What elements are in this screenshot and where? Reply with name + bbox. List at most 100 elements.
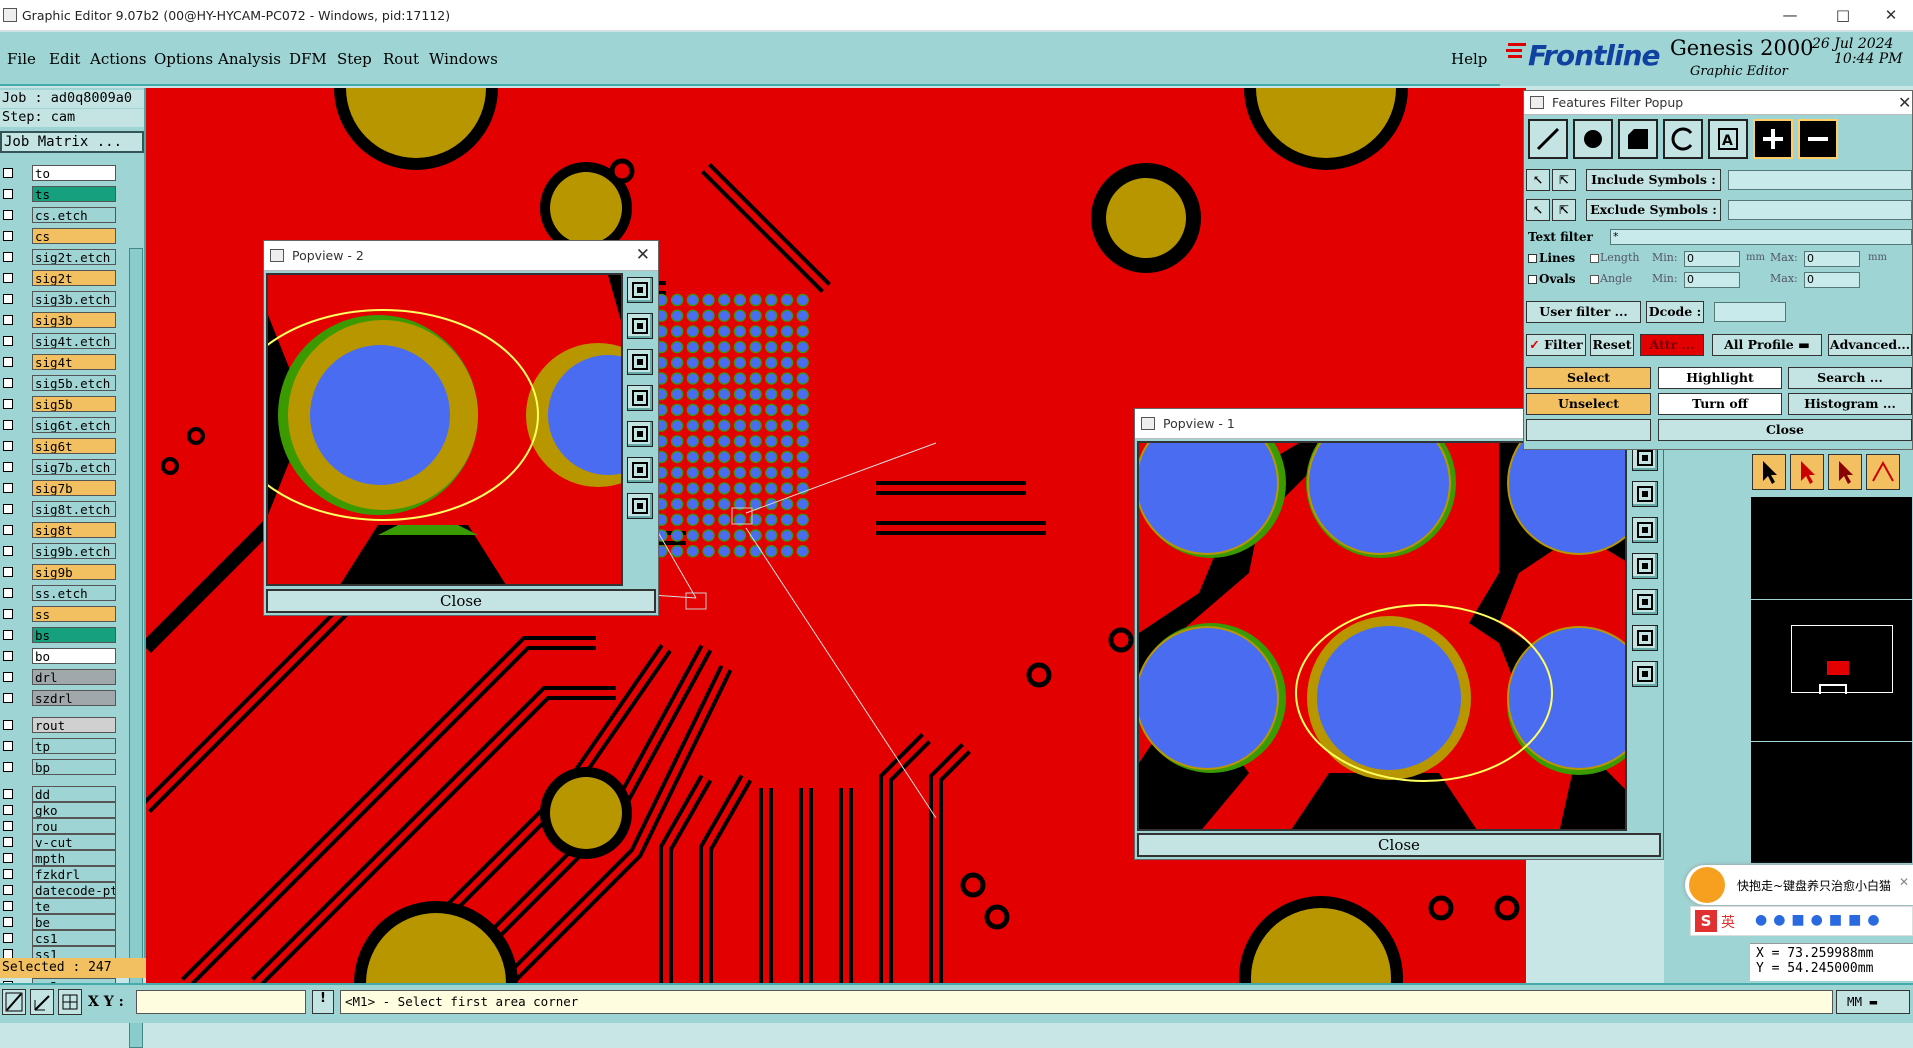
layer-name[interactable]: sig8t (32, 522, 116, 538)
layer-row-sig6t[interactable]: sig6t (0, 438, 118, 455)
menu-windows[interactable]: Windows (429, 50, 498, 68)
layer-row-fzkdrl[interactable]: fzkdrl (0, 866, 118, 883)
layer-checkbox[interactable] (3, 933, 13, 943)
layer-name[interactable]: sig4t (32, 354, 116, 370)
layer-checkbox[interactable] (3, 168, 13, 178)
layer-checkbox[interactable] (3, 588, 13, 598)
layer-name[interactable]: cs.etch (32, 207, 116, 223)
popview-1-close-button[interactable]: Close (1137, 833, 1661, 857)
lines-checkbox[interactable] (1528, 254, 1537, 263)
ovals-checkbox[interactable] (1528, 275, 1537, 284)
layer-row-cs-etch[interactable]: cs.etch (0, 207, 118, 224)
menu-file[interactable]: File (7, 50, 36, 68)
reset-button[interactable]: Reset (1590, 334, 1634, 356)
layer-checkbox[interactable] (3, 630, 13, 640)
layer-row-be[interactable]: be (0, 914, 118, 931)
menu-options[interactable]: Options (154, 50, 213, 68)
menu-dfm[interactable]: DFM (289, 50, 327, 68)
line-feature-icon[interactable] (1528, 119, 1568, 159)
layer-checkbox[interactable] (3, 378, 13, 388)
layer-name[interactable]: fzkdrl (32, 866, 116, 882)
layer-checkbox[interactable] (3, 789, 13, 799)
layer-row-sig7b-etch[interactable]: sig7b.etch (0, 459, 118, 476)
layer-checkbox[interactable] (3, 651, 13, 661)
layer-row-mpth[interactable]: mpth (0, 850, 118, 867)
layer-name[interactable]: sig9b.etch (32, 543, 116, 559)
layer-name[interactable]: ss (32, 606, 116, 622)
text-feature-icon[interactable]: A (1708, 119, 1748, 159)
layer-row-ss[interactable]: ss (0, 606, 118, 623)
ime-close-icon[interactable]: ✕ (1899, 875, 1909, 889)
zoom-home-icon[interactable] (1632, 661, 1658, 687)
pad-feature-icon[interactable] (1573, 119, 1613, 159)
highlight-button[interactable]: Highlight (1658, 367, 1782, 389)
layer-checkbox[interactable] (3, 441, 13, 451)
minimize-icon[interactable]: — (1779, 4, 1801, 26)
layer-checkbox[interactable] (3, 609, 13, 619)
layer-name[interactable]: bs (32, 627, 116, 643)
layer-checkbox[interactable] (3, 869, 13, 879)
layer-name[interactable]: bp (32, 759, 116, 775)
pan-right-icon[interactable] (1632, 589, 1658, 615)
layer-checkbox[interactable] (3, 672, 13, 682)
close-icon[interactable]: ✕ (636, 245, 650, 265)
layer-checkbox[interactable] (3, 357, 13, 367)
histogram-button[interactable]: Histogram ... (1788, 393, 1912, 415)
angle-min-input[interactable]: 0 (1684, 272, 1740, 288)
minimap[interactable] (1750, 496, 1913, 864)
layer-name[interactable]: sig5b.etch (32, 375, 116, 391)
zoom-fit-icon[interactable] (627, 457, 653, 483)
close-icon[interactable]: ✕ (1898, 93, 1911, 112)
layer-row-sig2t-etch[interactable]: sig2t.etch (0, 249, 118, 266)
layer-row-bs[interactable]: bs (0, 627, 118, 644)
search-button[interactable]: Search ... (1788, 367, 1912, 389)
layer-row-sig3b-etch[interactable]: sig3b.etch (0, 291, 118, 308)
pan-up-icon[interactable] (627, 313, 653, 339)
turn-off-button[interactable]: Turn off (1658, 393, 1782, 415)
layer-checkbox[interactable] (3, 853, 13, 863)
layer-name[interactable]: sig7b (32, 480, 116, 496)
layer-name[interactable]: cs (32, 228, 116, 244)
layer-row-tp[interactable]: tp (0, 738, 118, 755)
layer-row-sig4t-etch[interactable]: sig4t.etch (0, 333, 118, 350)
layer-row-gko[interactable]: gko (0, 802, 118, 819)
job-matrix-button[interactable]: Job Matrix ... (0, 131, 144, 153)
angle-max-input[interactable]: 0 (1804, 272, 1860, 288)
minus-polarity-icon[interactable] (1798, 119, 1838, 159)
layer-row-sig5b-etch[interactable]: sig5b.etch (0, 375, 118, 392)
layer-row-ss-etch[interactable]: ss.etch (0, 585, 118, 602)
length-max-input[interactable]: 0 (1804, 251, 1860, 267)
pan-down-icon[interactable] (627, 349, 653, 375)
layer-checkbox[interactable] (3, 762, 13, 772)
layer-name[interactable]: to (32, 165, 116, 181)
layer-row-sig9b-etch[interactable]: sig9b.etch (0, 543, 118, 560)
layer-row-drl[interactable]: drl (0, 669, 118, 686)
layer-checkbox[interactable] (3, 273, 13, 283)
layer-checkbox[interactable] (3, 805, 13, 815)
include-arrow-icon[interactable]: ↖ (1526, 169, 1550, 191)
layer-row-sig9b[interactable]: sig9b (0, 564, 118, 581)
length-checkbox[interactable] (1590, 254, 1599, 263)
layer-row-sig6t-etch[interactable]: sig6t.etch (0, 417, 118, 434)
layer-name[interactable]: szdrl (32, 690, 116, 706)
layer-row-to[interactable]: to (0, 165, 118, 182)
exclude-select-icon[interactable]: ⇱ (1552, 199, 1576, 221)
layer-name[interactable]: datecode-pth (32, 882, 116, 898)
layer-row-ts[interactable]: ts (0, 186, 118, 203)
layer-checkbox[interactable] (3, 885, 13, 895)
layer-checkbox[interactable] (3, 399, 13, 409)
layer-name[interactable]: sig2t (32, 270, 116, 286)
layer-name[interactable]: sig6t (32, 438, 116, 454)
zoom-fit-icon[interactable] (1632, 625, 1658, 651)
zoom-window-icon[interactable] (627, 277, 653, 303)
layer-name[interactable]: cs1 (32, 930, 116, 946)
features-filter-close-button[interactable]: Close (1658, 419, 1912, 441)
layer-row-cs1[interactable]: cs1 (0, 930, 118, 947)
layer-row-szdrl[interactable]: szdrl (0, 690, 118, 707)
length-min-input[interactable]: 0 (1684, 251, 1740, 267)
grid-icon[interactable] (58, 989, 82, 1015)
surface-feature-icon[interactable] (1618, 119, 1658, 159)
layer-name[interactable]: sig6t.etch (32, 417, 116, 433)
ime-tool-icons[interactable]: ●●■●■■● (1755, 912, 1886, 928)
layer-name[interactable]: bo (32, 648, 116, 664)
